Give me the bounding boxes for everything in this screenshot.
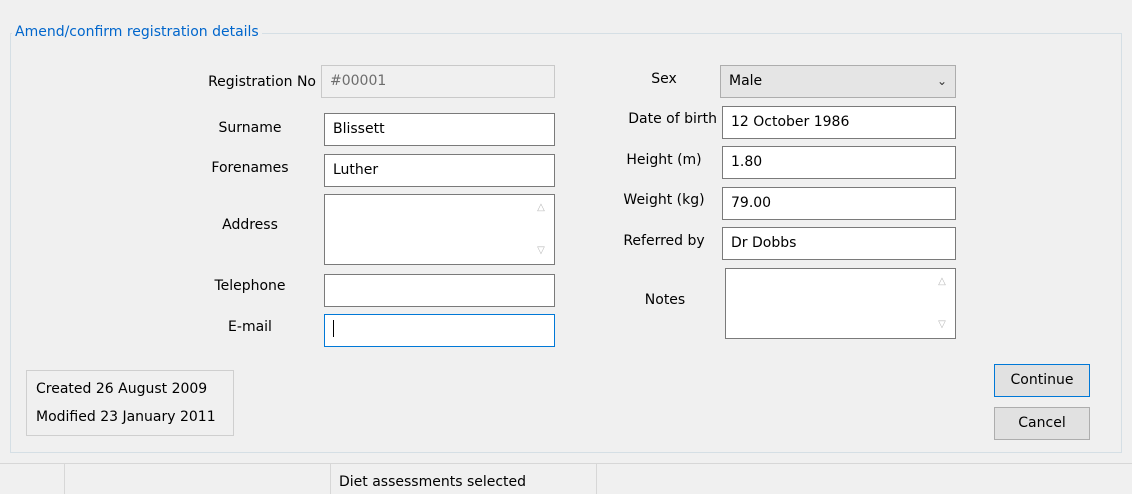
registration-no-label: Registration No [208, 74, 316, 90]
forenames-label: Forenames [211, 160, 289, 176]
notes-textarea[interactable]: △ ▽ [725, 268, 956, 339]
weight-field[interactable]: 79.00 [722, 187, 956, 220]
email-label: E-mail [228, 319, 272, 335]
cancel-button[interactable]: Cancel [994, 407, 1090, 440]
telephone-field[interactable] [324, 274, 555, 307]
status-separator [596, 464, 597, 494]
status-text: Diet assessments selected [339, 474, 527, 490]
date-of-birth-label: Date of birth [628, 111, 717, 127]
scroll-up-icon[interactable]: △ [534, 202, 548, 214]
continue-button[interactable]: Continue [994, 364, 1090, 397]
status-separator [64, 464, 65, 494]
weight-label: Weight (kg) [623, 192, 705, 208]
chevron-down-icon: ⌄ [936, 74, 947, 88]
scroll-down-icon[interactable]: ▽ [935, 319, 949, 331]
record-info-box: Created 26 August 2009 Modified 23 Janua… [26, 370, 234, 436]
text-caret [333, 320, 334, 337]
address-label: Address [222, 217, 278, 233]
surname-field[interactable]: Blissett [324, 113, 555, 146]
address-textarea[interactable]: △ ▽ [324, 194, 555, 265]
registration-no-field: #00001 [321, 65, 555, 98]
modified-date: Modified 23 January 2011 [36, 409, 216, 425]
status-bar: Diet assessments selected [0, 463, 1132, 494]
referred-by-label: Referred by [623, 233, 705, 249]
height-field[interactable]: 1.80 [722, 146, 956, 179]
forenames-field[interactable]: Luther [324, 154, 555, 187]
notes-label: Notes [644, 292, 686, 308]
surname-label: Surname [218, 120, 282, 136]
email-field[interactable] [324, 314, 555, 347]
telephone-label: Telephone [214, 278, 286, 294]
height-label: Height (m) [626, 152, 702, 168]
scroll-down-icon[interactable]: ▽ [534, 245, 548, 257]
date-of-birth-field[interactable]: 12 October 1986 [722, 106, 956, 139]
scroll-up-icon[interactable]: △ [935, 276, 949, 288]
created-date: Created 26 August 2009 [36, 381, 208, 397]
referred-by-field[interactable]: Dr Dobbs [722, 227, 956, 260]
group-title: Amend/confirm registration details [12, 23, 262, 41]
sex-label: Sex [651, 71, 677, 87]
sex-value: Male [729, 73, 763, 89]
status-separator [330, 464, 331, 494]
sex-select[interactable]: Male ⌄ [720, 65, 956, 98]
